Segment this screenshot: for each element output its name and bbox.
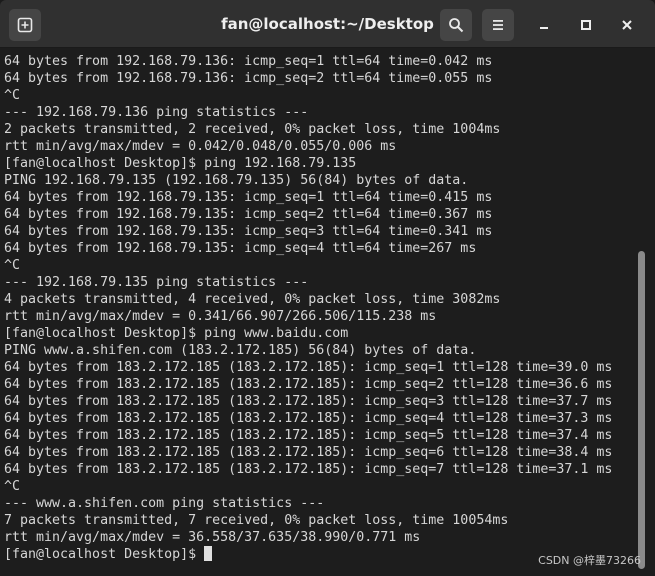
terminal-line: [fan@localhost Desktop]$ ping 192.168.79… — [4, 156, 357, 171]
terminal-line: 64 bytes from 183.2.172.185 (183.2.172.1… — [4, 462, 613, 477]
terminal-line: 64 bytes from 183.2.172.185 (183.2.172.1… — [4, 428, 613, 443]
title-bar: fan@localhost:~/Desktop — [0, 0, 655, 48]
close-button[interactable] — [614, 12, 640, 38]
terminal-line: 64 bytes from 192.168.79.135: icmp_seq=2… — [4, 207, 493, 222]
terminal-line: PING www.a.shifen.com (183.2.172.185) 56… — [4, 343, 477, 358]
terminal-line: ^C — [4, 479, 21, 494]
terminal-line: ^C — [4, 88, 21, 103]
maximize-icon — [581, 20, 591, 30]
scrollbar-thumb[interactable] — [638, 251, 645, 569]
new-tab-button[interactable] — [9, 9, 41, 41]
terminal-line: 7 packets transmitted, 7 received, 0% pa… — [4, 513, 509, 528]
minimize-button[interactable] — [531, 12, 557, 38]
maximize-button[interactable] — [573, 12, 599, 38]
terminal-line: 64 bytes from 183.2.172.185 (183.2.172.1… — [4, 394, 613, 409]
terminal-line: 64 bytes from 192.168.79.135: icmp_seq=3… — [4, 224, 493, 239]
shell-prompt: [fan@localhost Desktop]$ — [4, 547, 205, 562]
minimize-icon — [540, 27, 548, 29]
terminal-line: ^C — [4, 258, 21, 273]
terminal-line: 64 bytes from 183.2.172.185 (183.2.172.1… — [4, 411, 613, 426]
text-cursor — [204, 546, 213, 561]
terminal-line: 4 packets transmitted, 4 received, 0% pa… — [4, 292, 501, 307]
menu-button[interactable] — [482, 9, 514, 41]
terminal-line: rtt min/avg/max/mdev = 36.558/37.635/38.… — [4, 530, 421, 545]
search-button[interactable] — [440, 9, 472, 41]
terminal-line: 64 bytes from 192.168.79.135: icmp_seq=4… — [4, 241, 477, 256]
terminal-window: fan@localhost:~/Desktop 64 bytes from 19… — [0, 0, 655, 576]
watermark: CSDN @梓墨73266 — [538, 554, 641, 567]
close-icon — [622, 20, 632, 30]
terminal-line: 64 bytes from 183.2.172.185 (183.2.172.1… — [4, 377, 613, 392]
search-icon — [449, 18, 464, 33]
terminal-line: 2 packets transmitted, 2 received, 0% pa… — [4, 122, 501, 137]
terminal-line: PING 192.168.79.135 (192.168.79.135) 56(… — [4, 173, 469, 188]
terminal-line: rtt min/avg/max/mdev = 0.341/66.907/266.… — [4, 309, 437, 324]
terminal-line: 64 bytes from 192.168.79.136: icmp_seq=2… — [4, 71, 493, 86]
hamburger-menu-icon — [493, 20, 503, 30]
terminal-line: 64 bytes from 183.2.172.185 (183.2.172.1… — [4, 360, 613, 375]
terminal-line: --- 192.168.79.135 ping statistics --- — [4, 275, 309, 290]
terminal-line: 64 bytes from 192.168.79.135: icmp_seq=1… — [4, 190, 493, 205]
terminal-line: 64 bytes from 192.168.79.136: icmp_seq=1… — [4, 54, 493, 69]
terminal-line: [fan@localhost Desktop]$ ping www.baidu.… — [4, 326, 349, 341]
terminal-output[interactable]: 64 bytes from 192.168.79.136: icmp_seq=1… — [0, 49, 640, 576]
terminal-line: 64 bytes from 183.2.172.185 (183.2.172.1… — [4, 445, 613, 460]
new-tab-icon — [17, 17, 33, 33]
terminal-line: rtt min/avg/max/mdev = 0.042/0.048/0.055… — [4, 139, 397, 154]
terminal-line: --- 192.168.79.136 ping statistics --- — [4, 105, 309, 120]
terminal-line: --- www.a.shifen.com ping statistics --- — [4, 496, 325, 511]
